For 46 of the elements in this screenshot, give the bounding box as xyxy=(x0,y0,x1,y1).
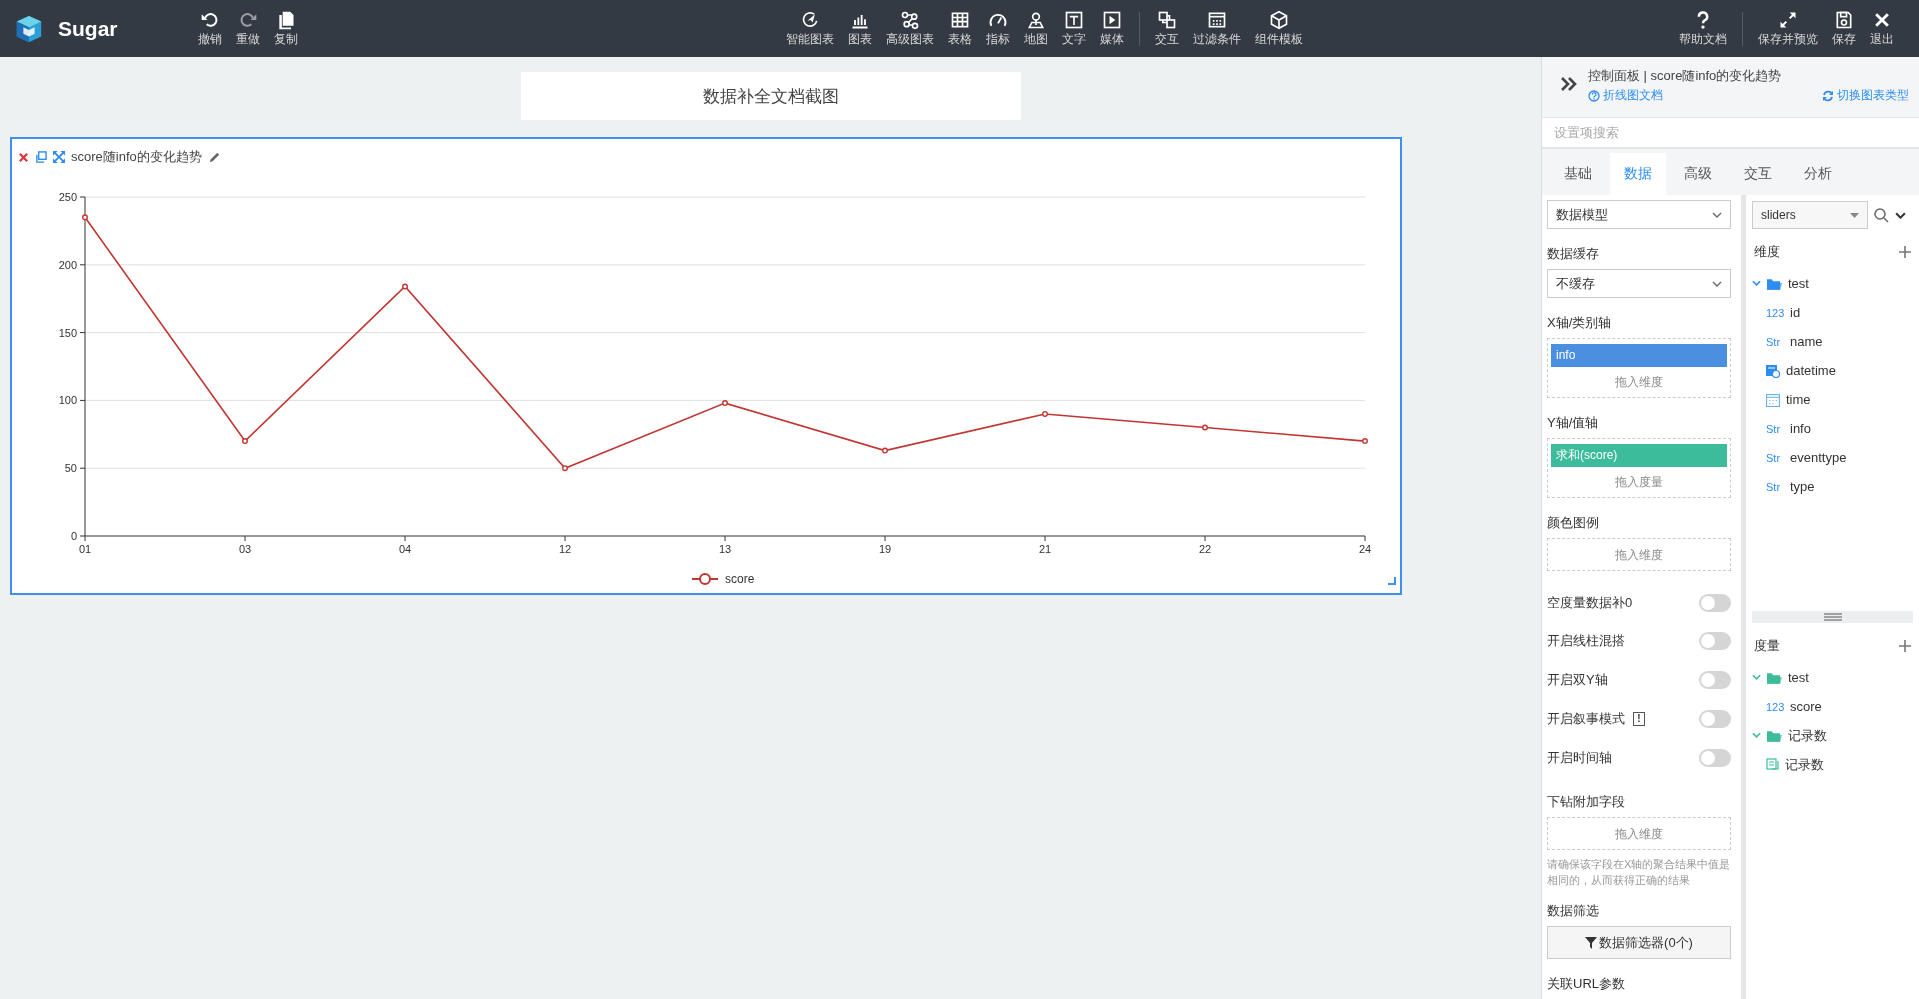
panel-title: 控制面板 | score随info的变化趋势 xyxy=(1588,67,1783,85)
y-tick-label: 200 xyxy=(58,258,77,271)
setting-label: 颜色图例 xyxy=(1547,514,1600,533)
y-tick-label: 50 xyxy=(64,462,77,475)
setting-label: 开启线柱混搭 xyxy=(1547,632,1625,651)
y-tick-label: 0 xyxy=(70,530,77,542)
legend-label: score xyxy=(725,572,755,586)
setting-label: 下钻附加字段 xyxy=(1547,793,1626,811)
help-note: 请确保该字段在X轴的聚合结果中值是相同的，从而获得正确的结果 xyxy=(1547,857,1731,888)
setting-label: 数据筛选 xyxy=(1547,902,1600,920)
setting-label: 开启时间轴 xyxy=(1547,748,1612,767)
x-tick-label: 19 xyxy=(878,543,892,555)
app-name: Sugar xyxy=(58,16,118,41)
x-tick-label: 03 xyxy=(238,543,252,555)
setting-label: Y轴/值轴 xyxy=(1547,414,1600,433)
drop-hint: 拖入维度 xyxy=(1614,374,1664,392)
type-label: Str xyxy=(1766,451,1782,464)
x-tick-label: 24 xyxy=(1358,543,1372,555)
x-tick-label: 22 xyxy=(1198,543,1212,555)
setting-label: 开启双Y轴 xyxy=(1547,671,1608,690)
chart-title: score随info的变化趋势 xyxy=(71,148,202,166)
y-tick-label: 100 xyxy=(58,394,77,407)
page-title: 数据补全文档截图 xyxy=(520,72,1021,120)
type-label: Str xyxy=(1766,480,1782,493)
info-badge: ! xyxy=(1633,711,1645,726)
setting-label: 关联URL参数 xyxy=(1547,975,1626,993)
x-tick-label: 12 xyxy=(558,543,572,555)
type-label: 123 xyxy=(1766,700,1784,713)
section-title: 度量 xyxy=(1754,637,1780,655)
setting-label: 数据缓存 xyxy=(1547,245,1600,264)
y-tick-label: 150 xyxy=(58,326,77,339)
y-tick-label: 250 xyxy=(58,191,77,203)
x-tick-label: 13 xyxy=(718,543,732,555)
type-label: Str xyxy=(1766,335,1782,348)
x-tick-label: 04 xyxy=(398,543,412,555)
drop-hint: 拖入维度 xyxy=(1614,826,1664,843)
setting-label: 空度量数据补0 xyxy=(1547,593,1633,612)
x-tick-label: 01 xyxy=(78,543,92,555)
setting-label: 开启叙事模式 xyxy=(1547,709,1625,728)
drop-hint: 拖入维度 xyxy=(1614,547,1664,565)
type-label: Str xyxy=(1766,422,1782,435)
x-tick-label: 21 xyxy=(1038,543,1052,555)
type-label: 123 xyxy=(1766,306,1784,319)
setting-label: X轴/类别轴 xyxy=(1547,314,1613,333)
drop-hint: 拖入度量 xyxy=(1614,474,1664,492)
section-title: 维度 xyxy=(1754,243,1780,261)
